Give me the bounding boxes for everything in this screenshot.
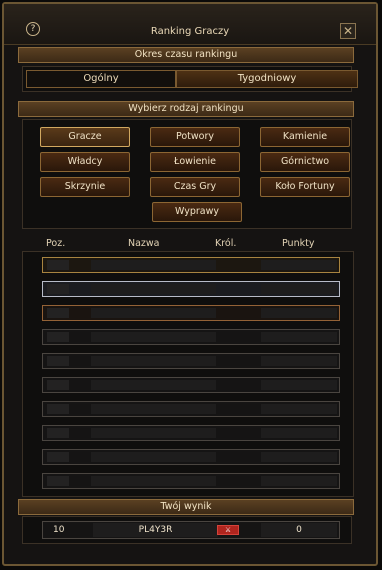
table-row[interactable] bbox=[42, 473, 340, 489]
your-points: 0 bbox=[261, 523, 337, 537]
ranking-type-wladcy-button[interactable]: Władcy bbox=[40, 152, 130, 172]
ranking-type-gornictwo-button[interactable]: Górnictwo bbox=[260, 152, 350, 172]
ranking-type-skrzynie-button[interactable]: Skrzynie bbox=[40, 177, 130, 197]
type-header: Wybierz rodzaj rankingu bbox=[18, 101, 354, 117]
your-score-row: 10 PL4Y3R ⚔ 0 bbox=[42, 521, 340, 539]
your-position: 10 bbox=[53, 525, 65, 535]
table-row[interactable] bbox=[42, 401, 340, 417]
ranking-type-potwory-button[interactable]: Potwory bbox=[150, 127, 240, 147]
table-row[interactable] bbox=[42, 305, 340, 321]
ranking-type-gracze-button[interactable]: Gracze bbox=[40, 127, 130, 147]
ranking-type-lowienie-button[interactable]: Łowienie bbox=[150, 152, 240, 172]
tab-general[interactable]: Ogólny bbox=[26, 70, 176, 88]
table-row[interactable] bbox=[42, 353, 340, 369]
ranking-type-kolo-fortuny-button[interactable]: Koło Fortuny bbox=[260, 177, 350, 197]
close-button[interactable]: ✕ bbox=[340, 23, 356, 39]
column-header-position: Poz. bbox=[46, 238, 66, 249]
tab-weekly[interactable]: Tygodniowy bbox=[176, 70, 358, 88]
ranking-type-wyprawy-button[interactable]: Wyprawy bbox=[152, 202, 242, 222]
title-bar[interactable]: ? Ranking Graczy ✕ bbox=[4, 4, 376, 45]
ranking-type-kamienie-button[interactable]: Kamienie bbox=[260, 127, 350, 147]
column-header-kingdom: Król. bbox=[215, 238, 237, 249]
table-row[interactable] bbox=[42, 281, 340, 297]
column-header-points: Punkty bbox=[282, 238, 315, 249]
table-row[interactable] bbox=[42, 329, 340, 345]
your-name: PL4Y3R bbox=[93, 523, 218, 537]
your-score-header: Twój wynik bbox=[18, 499, 354, 515]
table-row[interactable] bbox=[42, 257, 340, 273]
ranking-type-czas-gry-button[interactable]: Czas Gry bbox=[150, 177, 240, 197]
table-row[interactable] bbox=[42, 449, 340, 465]
window-title: Ranking Graczy bbox=[150, 26, 230, 37]
table-row[interactable] bbox=[42, 377, 340, 393]
kingdom-flag-icon: ⚔ bbox=[217, 525, 239, 535]
period-header: Okres czasu rankingu bbox=[18, 47, 354, 63]
column-header-name: Nazwa bbox=[128, 238, 160, 249]
table-row[interactable] bbox=[42, 425, 340, 441]
